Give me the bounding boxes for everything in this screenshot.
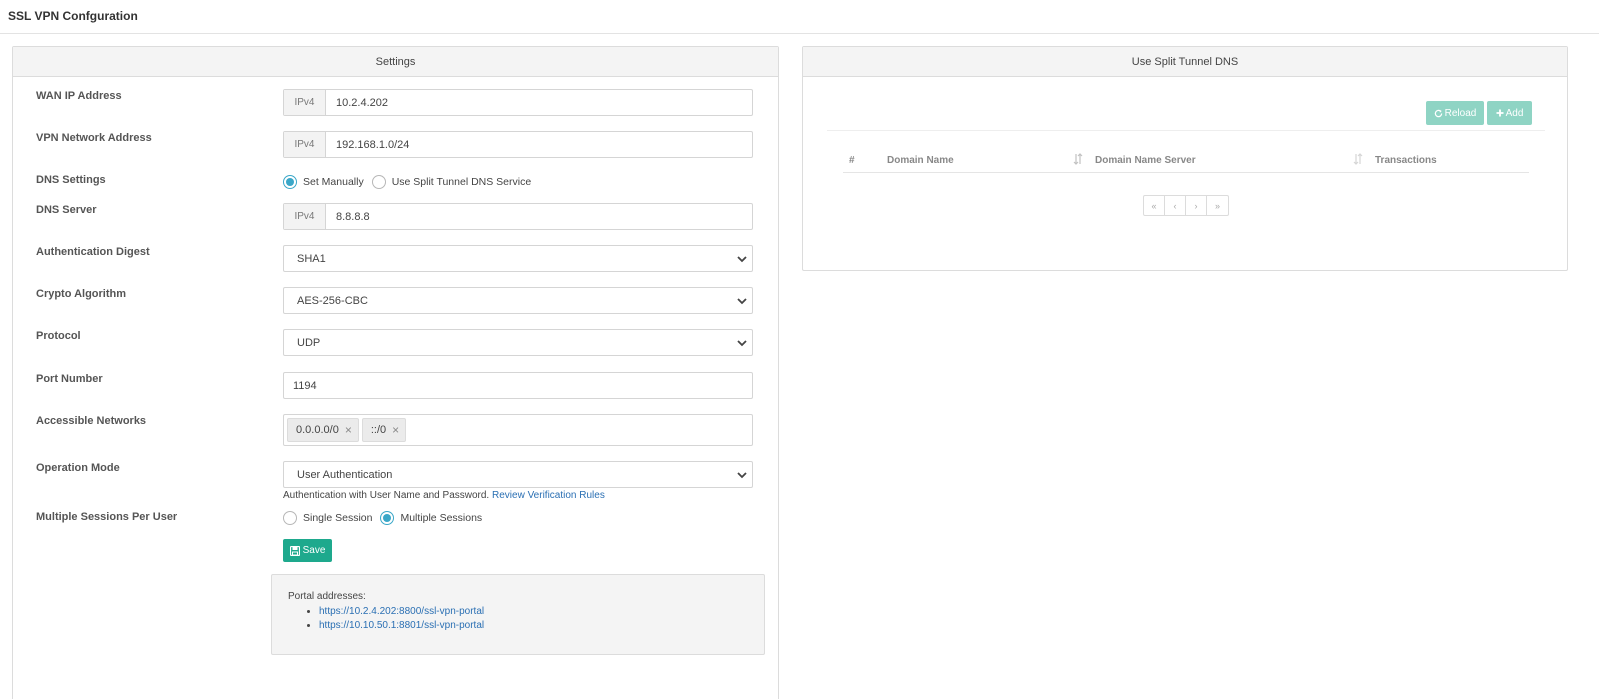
reload-button-label: Reload	[1444, 107, 1477, 119]
split-dns-panel: Use Split Tunnel DNS Reload Add # Domain…	[802, 46, 1568, 271]
column-header-domain-name-server[interactable]: Domain Name Server	[1095, 155, 1196, 166]
network-tag: ::/0 ×	[361, 418, 407, 442]
multiple-sessions-radio[interactable]	[380, 511, 395, 525]
page-header: SSL VPN Confguration	[0, 0, 1599, 34]
operation-mode-help: Authentication with User Name and Passwo…	[283, 490, 605, 501]
operation-mode-select[interactable]: User Authentication	[283, 461, 753, 488]
networks-tag-input[interactable]: 0.0.0.0/0 × ::/0 ×	[283, 414, 753, 446]
refresh-icon	[1434, 109, 1442, 117]
networks-label: Accessible Networks	[36, 415, 147, 427]
vpn-network-input[interactable]: IPv4 192.168.1.0/24	[283, 131, 753, 158]
auth-digest-select[interactable]: SHA1	[283, 245, 753, 272]
dns-server-value[interactable]: 8.8.8.8	[326, 204, 752, 229]
sort-icon[interactable]	[1353, 153, 1363, 165]
portal-addresses-box: Portal addresses: https://10.2.4.202:880…	[271, 574, 765, 655]
portal-address-link[interactable]: https://10.2.4.202:8800/ssl-vpn-portal	[319, 606, 484, 617]
settings-panel-title: Settings	[13, 47, 778, 77]
chevron-down-icon	[737, 340, 747, 347]
vpn-network-label: VPN Network Address	[36, 132, 152, 144]
protocol-value: UDP	[297, 336, 321, 349]
network-tag-text: ::/0	[370, 424, 387, 436]
multiple-sessions-label[interactable]: Multiple Sessions	[400, 512, 482, 524]
vpn-network-value[interactable]: 192.168.1.0/24	[326, 132, 752, 157]
reload-button[interactable]: Reload	[1426, 101, 1484, 125]
operation-mode-label: Operation Mode	[36, 462, 120, 474]
pagination: « ‹ › »	[1143, 195, 1229, 216]
auth-digest-label: Authentication Digest	[36, 246, 150, 258]
protocol-label: Protocol	[36, 330, 81, 342]
dns-settings-label: DNS Settings	[36, 174, 106, 186]
network-tag: 0.0.0.0/0 ×	[287, 418, 359, 442]
split-tunnel-dns-label[interactable]: Use Split Tunnel DNS Service	[392, 176, 531, 188]
split-dns-panel-title: Use Split Tunnel DNS	[803, 47, 1567, 77]
wan-ip-label: WAN IP Address	[36, 90, 122, 102]
column-header-domain-name[interactable]: Domain Name	[887, 155, 954, 166]
portal-address-list: https://10.2.4.202:8800/ssl-vpn-portal h…	[319, 605, 764, 633]
port-value[interactable]: 1194	[284, 373, 752, 398]
settings-panel: Settings WAN IP Address IPv4 10.2.4.202 …	[12, 46, 779, 699]
previous-page-button[interactable]: ‹	[1165, 196, 1186, 215]
dns-server-label: DNS Server	[36, 204, 97, 216]
set-manually-label[interactable]: Set Manually	[303, 176, 364, 188]
single-session-label[interactable]: Single Session	[303, 512, 372, 524]
portal-address-item: https://10.2.4.202:8800/ssl-vpn-portal	[319, 605, 764, 619]
sort-icon[interactable]	[1073, 153, 1083, 165]
operation-mode-help-text: Authentication with User Name and Passwo…	[283, 490, 490, 501]
operation-mode-value: User Authentication	[297, 468, 393, 481]
dns-server-input[interactable]: IPv4 8.8.8.8	[283, 203, 753, 230]
portal-address-link[interactable]: https://10.10.50.1:8801/ssl-vpn-portal	[319, 620, 484, 631]
auth-digest-value: SHA1	[297, 252, 326, 265]
toolbar-divider	[827, 130, 1545, 131]
chevron-down-icon	[737, 256, 747, 263]
table-header-divider	[843, 172, 1529, 173]
port-input[interactable]: 1194	[283, 372, 753, 399]
sessions-radio-group: Single Session Multiple Sessions	[283, 511, 490, 525]
ipv4-addon: IPv4	[284, 204, 326, 229]
first-page-button[interactable]: «	[1144, 196, 1165, 215]
port-label: Port Number	[36, 373, 103, 385]
ipv4-addon: IPv4	[284, 90, 326, 115]
wan-ip-input[interactable]: IPv4 10.2.4.202	[283, 89, 753, 116]
crypto-label: Crypto Algorithm	[36, 288, 127, 300]
crypto-value: AES-256-CBC	[297, 294, 368, 307]
column-header-transactions: Transactions	[1375, 155, 1437, 166]
network-tag-text: 0.0.0.0/0	[296, 424, 339, 436]
save-button[interactable]: Save	[283, 539, 332, 562]
add-button[interactable]: Add	[1487, 101, 1532, 125]
portal-addresses-title: Portal addresses:	[288, 591, 366, 602]
save-button-label: Save	[302, 545, 326, 556]
single-session-radio[interactable]	[283, 511, 297, 525]
crypto-select[interactable]: AES-256-CBC	[283, 287, 753, 314]
remove-tag-icon[interactable]: ×	[392, 423, 399, 437]
portal-address-item: https://10.10.50.1:8801/ssl-vpn-portal	[319, 619, 764, 633]
chevron-down-icon	[737, 472, 747, 479]
remove-tag-icon[interactable]: ×	[345, 423, 352, 437]
floppy-disk-icon	[289, 545, 300, 556]
column-header-index: #	[849, 155, 855, 166]
dns-settings-radio-group: Set Manually Use Split Tunnel DNS Servic…	[283, 175, 539, 189]
sessions-label: Multiple Sessions Per User	[36, 511, 178, 523]
last-page-button[interactable]: »	[1207, 196, 1228, 215]
review-verification-rules-link[interactable]: Review Verification Rules	[492, 490, 605, 501]
ipv4-addon: IPv4	[284, 132, 326, 157]
protocol-select[interactable]: UDP	[283, 329, 753, 356]
next-page-button[interactable]: ›	[1186, 196, 1207, 215]
chevron-down-icon	[737, 298, 747, 305]
page-title: SSL VPN Confguration	[8, 9, 138, 23]
add-button-label: Add	[1505, 107, 1524, 119]
set-manually-radio[interactable]	[283, 175, 297, 189]
plus-icon	[1496, 109, 1504, 117]
wan-ip-value[interactable]: 10.2.4.202	[326, 90, 752, 115]
split-tunnel-dns-radio[interactable]	[371, 175, 386, 189]
